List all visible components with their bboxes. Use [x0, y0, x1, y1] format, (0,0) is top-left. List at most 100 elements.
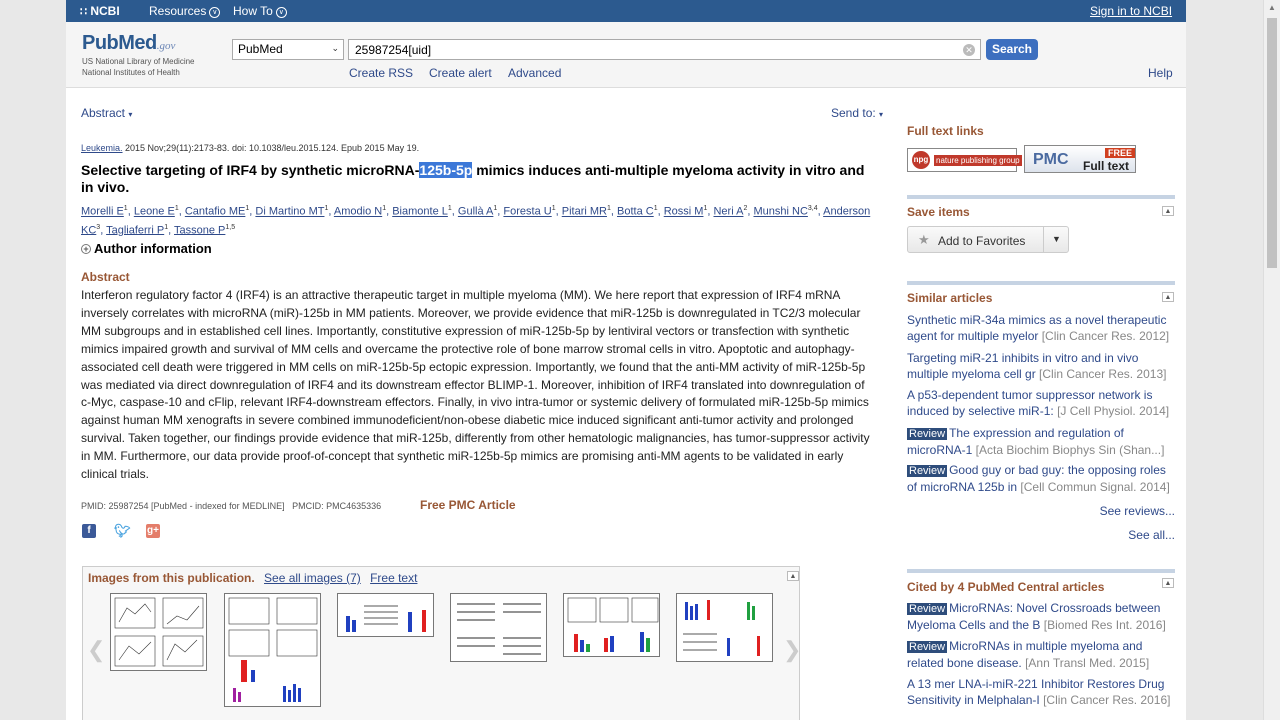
images-header: Images from this publication. See all im…	[88, 571, 417, 585]
howto-menu[interactable]: How To ∨	[233, 4, 287, 18]
pmc-logo: PMC	[1033, 151, 1069, 168]
create-rss-link[interactable]: Create RSS	[349, 66, 413, 80]
scroll-up-icon[interactable]: ▲	[1268, 3, 1276, 12]
search-button[interactable]: Search	[986, 39, 1038, 60]
images-heading: Images from this publication.	[88, 571, 255, 585]
chevron-down-icon: ∨	[275, 7, 287, 18]
free-pmc-link[interactable]: Free PMC Article	[420, 498, 516, 512]
article-link[interactable]: Targeting miR-21 inhibits in vitro and i…	[907, 350, 1175, 382]
affiliation-number[interactable]: 1	[493, 205, 497, 212]
author-link[interactable]: Munshi NC	[753, 206, 807, 218]
figure-thumbnail[interactable]	[110, 593, 207, 671]
figure-thumbnail[interactable]	[224, 593, 321, 707]
affiliation-number[interactable]: 1	[175, 205, 179, 212]
author-list: Morelli E1, Leone E1, Cantafio ME1, Di M…	[81, 205, 871, 237]
twitter-icon[interactable]: 🐦︎	[114, 524, 131, 538]
affiliation-number[interactable]: 1	[448, 205, 452, 212]
affiliation-number[interactable]: 2	[743, 205, 747, 212]
author-information-toggle[interactable]: + Author information	[81, 241, 212, 256]
pmc-full-text-link[interactable]: PMC FREE Full text	[1024, 145, 1136, 173]
article-link[interactable]: A 13 mer LNA-i-miR-221 Inhibitor Restore…	[907, 676, 1175, 708]
affiliation-number[interactable]: 1	[552, 205, 556, 212]
collapse-icon[interactable]: ▲	[1162, 206, 1174, 216]
author-link[interactable]: Botta C	[617, 206, 654, 218]
resources-menu[interactable]: Resources ∨	[149, 4, 221, 18]
logo-gov: .gov	[156, 40, 176, 52]
figure-thumbnail[interactable]	[563, 593, 660, 657]
npg-logo-icon: npg	[912, 151, 930, 169]
author-link[interactable]: Pitari MR	[562, 206, 607, 218]
add-favorites-label: Add to Favorites	[938, 234, 1026, 248]
author-link[interactable]: Amodio N	[334, 206, 382, 218]
author-link[interactable]: Tassone P	[174, 224, 225, 236]
article-link[interactable]: Review The expression and regulation of m…	[907, 425, 1175, 458]
author-link[interactable]: Rossi M	[664, 206, 704, 218]
dropdown-arrow-icon: ▾	[128, 110, 133, 119]
affiliation-number[interactable]: 1	[324, 205, 328, 212]
affiliation-number[interactable]: 1	[703, 205, 707, 212]
see-all-images-link[interactable]: See all images (7)	[264, 571, 361, 585]
article-link[interactable]: Review MicroRNAs in multiple myeloma and …	[907, 638, 1175, 671]
facebook-icon[interactable]: f	[82, 524, 96, 538]
journal-info: [Biomed Res Int. 2016]	[1040, 618, 1166, 632]
article-link[interactable]: Synthetic miR-34a mimics as a novel ther…	[907, 312, 1175, 344]
create-alert-link[interactable]: Create alert	[429, 66, 492, 80]
author-link[interactable]: Gullà A	[458, 206, 493, 218]
see-reviews-link[interactable]: See reviews...	[907, 503, 1175, 519]
cited-by-heading: Cited by 4 PubMed Central articles	[907, 580, 1105, 594]
affiliation-number[interactable]: 1	[654, 205, 658, 212]
author-link[interactable]: Cantafio ME	[185, 206, 246, 218]
google-plus-icon[interactable]: g+	[146, 524, 160, 538]
affiliation-number[interactable]: 1	[607, 205, 611, 212]
database-select[interactable]: PubMed ⌄	[232, 39, 344, 60]
affiliation-number[interactable]: 1	[124, 205, 128, 212]
affiliation-number[interactable]: 3	[96, 224, 100, 231]
next-arrow-icon[interactable]: ❯	[783, 637, 801, 663]
figure-thumbnail[interactable]	[450, 593, 547, 662]
article-link[interactable]: Review MicroRNAs: Novel Crossroads betwee…	[907, 600, 1175, 633]
article-link[interactable]: A p53-dependent tumor suppressor network…	[907, 387, 1175, 419]
affiliation-number[interactable]: 1	[382, 205, 386, 212]
prev-arrow-icon[interactable]: ❮	[87, 637, 105, 663]
npg-label: nature publishing group	[934, 155, 1022, 166]
add-to-favorites-button[interactable]: ★ Add to Favorites ▼	[907, 226, 1069, 253]
article-link[interactable]: Review Good guy or bad guy: the opposing …	[907, 462, 1175, 495]
search-input[interactable]: 25987254[uid] ✕	[348, 39, 981, 60]
ncbi-logo[interactable]: ∷ NCBI	[80, 4, 120, 18]
nature-publishing-link[interactable]: npg nature publishing group	[907, 148, 1022, 172]
help-link[interactable]: Help	[1148, 66, 1173, 80]
author-link[interactable]: Leone E	[134, 206, 175, 218]
affiliation-number[interactable]: 3,4	[808, 205, 818, 212]
affiliation-number[interactable]: 1,5	[225, 224, 235, 231]
pubmed-page: ∷ NCBI Resources ∨ How To ∨ Sign in to NCB…	[66, 0, 1186, 720]
collapse-icon[interactable]: ▲	[1162, 292, 1174, 302]
author-link[interactable]: Foresta U	[503, 206, 551, 218]
pubmed-logo[interactable]: PubMed.gov US National Library of Medici…	[82, 32, 195, 77]
signin-link[interactable]: Sign in to NCBI	[1090, 4, 1172, 18]
figure-thumbnail[interactable]	[337, 593, 434, 637]
see-all-link[interactable]: See all...	[907, 527, 1175, 543]
scrollbar-thumb[interactable]	[1267, 18, 1277, 268]
abstract-heading: Abstract	[81, 270, 130, 284]
figure-thumbnail[interactable]	[676, 593, 773, 662]
author-link[interactable]: Morelli E	[81, 206, 124, 218]
affiliation-number[interactable]: 1	[164, 224, 168, 231]
author-link[interactable]: Di Martino MT	[255, 206, 324, 218]
journal-link[interactable]: Leukemia.	[81, 143, 123, 153]
free-text-link[interactable]: Free text	[370, 571, 417, 585]
collapse-icon[interactable]: ▲	[787, 571, 799, 581]
advanced-link[interactable]: Advanced	[508, 66, 561, 80]
affiliation-number[interactable]: 1	[245, 205, 249, 212]
clear-icon[interactable]: ✕	[963, 44, 975, 56]
author-link[interactable]: Tagliaferri P	[106, 224, 164, 236]
author-link[interactable]: Biamonte L	[392, 206, 448, 218]
send-to-menu[interactable]: Send to: ▾	[831, 106, 883, 120]
collapse-icon[interactable]: ▲	[1162, 578, 1174, 588]
dropdown-arrow-icon: ▾	[879, 110, 884, 119]
citation-line: Leukemia. 2015 Nov;29(11):2173-83. doi: …	[81, 143, 419, 153]
dropdown-arrow-icon[interactable]: ▼	[1043, 227, 1069, 252]
format-menu[interactable]: Abstract ▾	[81, 106, 132, 120]
scrollbar[interactable]: ▲	[1263, 0, 1280, 720]
expand-icon: +	[81, 244, 91, 254]
author-link[interactable]: Neri A	[713, 206, 743, 218]
